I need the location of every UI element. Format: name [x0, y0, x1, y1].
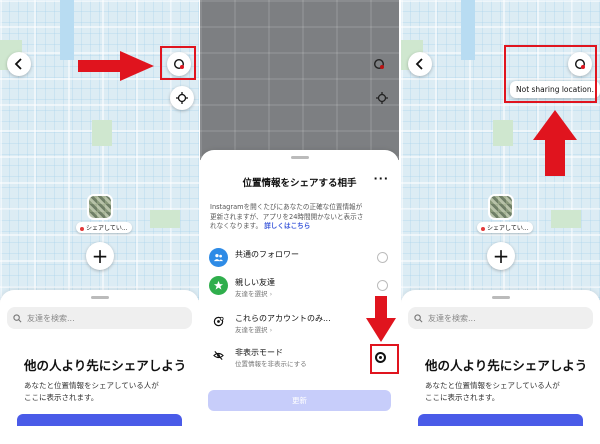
recenter-icon	[176, 92, 188, 104]
option-subtitle[interactable]: 友達を選択 ›	[235, 288, 272, 298]
friend-search-input[interactable]: 友達を検索...	[7, 307, 192, 329]
option-radio[interactable]	[377, 252, 388, 263]
share-first-subtitle: あなたと位置情報をシェアしている人が ここに表示されます。	[425, 381, 560, 402]
add-button[interactable]: +	[487, 242, 515, 270]
red-arrow-right-icon	[78, 51, 154, 81]
search-icon	[414, 313, 423, 322]
sheet-grabber[interactable]	[90, 296, 109, 299]
plus-icon: +	[91, 244, 109, 268]
eye-off-icon	[213, 351, 224, 360]
panel-map-before: シェアしてい... + 友達を検索... 他の人より先にシェアしよう あなたと位…	[0, 0, 199, 444]
recenter-icon	[376, 92, 388, 104]
add-button[interactable]: +	[86, 242, 114, 270]
annotation-box-tooltip	[504, 45, 597, 103]
annotation-box-share-button	[160, 46, 196, 80]
friend-avatar-pin[interactable]	[89, 196, 111, 218]
share-first-title: 他の人より先にシェアしよう	[425, 358, 588, 373]
friend-pin-label: シェアしてい...	[477, 222, 533, 233]
search-icon	[13, 313, 22, 322]
location-check-icon	[213, 316, 224, 327]
option-title: 親しい友達	[235, 278, 275, 287]
back-button[interactable]	[408, 52, 432, 76]
plus-icon: +	[492, 244, 510, 268]
sheet-description: Instagramを開くたびにあなたの正確な位置情報が 更新されますが、アプリを…	[210, 203, 364, 230]
option-mutual-followers[interactable]: 共通のフォロワー	[200, 248, 399, 272]
primary-action-button[interactable]	[418, 414, 583, 426]
bottom-sheet: 友達を検索... 他の人より先にシェアしよう あなたと位置情報をシェアしている人…	[0, 290, 199, 444]
back-button[interactable]	[7, 52, 31, 76]
location-share-icon	[373, 58, 385, 70]
back-arrow-icon	[14, 58, 22, 70]
panel-map-after: Not sharing location. シェアしてい... + 友達を検索.…	[401, 0, 600, 444]
sheet-header: 位置情報をシェアする相手 ···	[200, 172, 399, 189]
sheet-grabber[interactable]	[491, 296, 510, 299]
red-arrow-down-icon	[366, 296, 396, 342]
share-first-subtitle: あなたと位置情報をシェアしている人が ここに表示されます。	[24, 381, 159, 402]
option-title: 非表示モード	[235, 348, 283, 357]
bottom-sheet: 友達を検索... 他の人より先にシェアしよう あなたと位置情報をシェアしている人…	[401, 290, 600, 444]
share-first-title: 他の人より先にシェアしよう	[24, 358, 187, 373]
sheet-grabber[interactable]	[290, 156, 309, 159]
dimmed-map-view	[200, 0, 399, 160]
location-share-button[interactable]	[367, 52, 391, 76]
star-icon	[213, 280, 224, 290]
people-icon	[213, 254, 224, 262]
update-button[interactable]: 更新	[208, 390, 391, 411]
friend-pin-label: シェアしてい...	[76, 222, 132, 233]
option-radio[interactable]	[377, 280, 388, 291]
sheet-title: 位置情報をシェアする相手	[242, 178, 357, 189]
panel-share-settings: 位置情報をシェアする相手 ··· Instagramを開くたびにあなたの正確な位…	[200, 0, 399, 444]
red-arrow-up-icon	[533, 110, 577, 176]
recenter-button[interactable]	[370, 86, 394, 110]
back-arrow-icon	[415, 58, 423, 70]
learn-more-link[interactable]: 詳しくはこちら	[264, 222, 310, 230]
more-horizontal-icon[interactable]: ···	[373, 172, 389, 185]
friend-avatar-pin[interactable]	[490, 196, 512, 218]
annotation-box-ghost-mode-radio	[370, 344, 399, 374]
recenter-button[interactable]	[170, 86, 194, 110]
option-title: 共通のフォロワー	[235, 250, 299, 259]
option-subtitle: 位置情報を非表示にする	[235, 360, 307, 368]
friend-search-input[interactable]: 友達を検索...	[408, 307, 593, 329]
primary-action-button[interactable]	[17, 414, 182, 426]
option-subtitle[interactable]: 友達を選択 ›	[235, 324, 272, 334]
option-title: これらのアカウントのみ...	[235, 314, 331, 323]
